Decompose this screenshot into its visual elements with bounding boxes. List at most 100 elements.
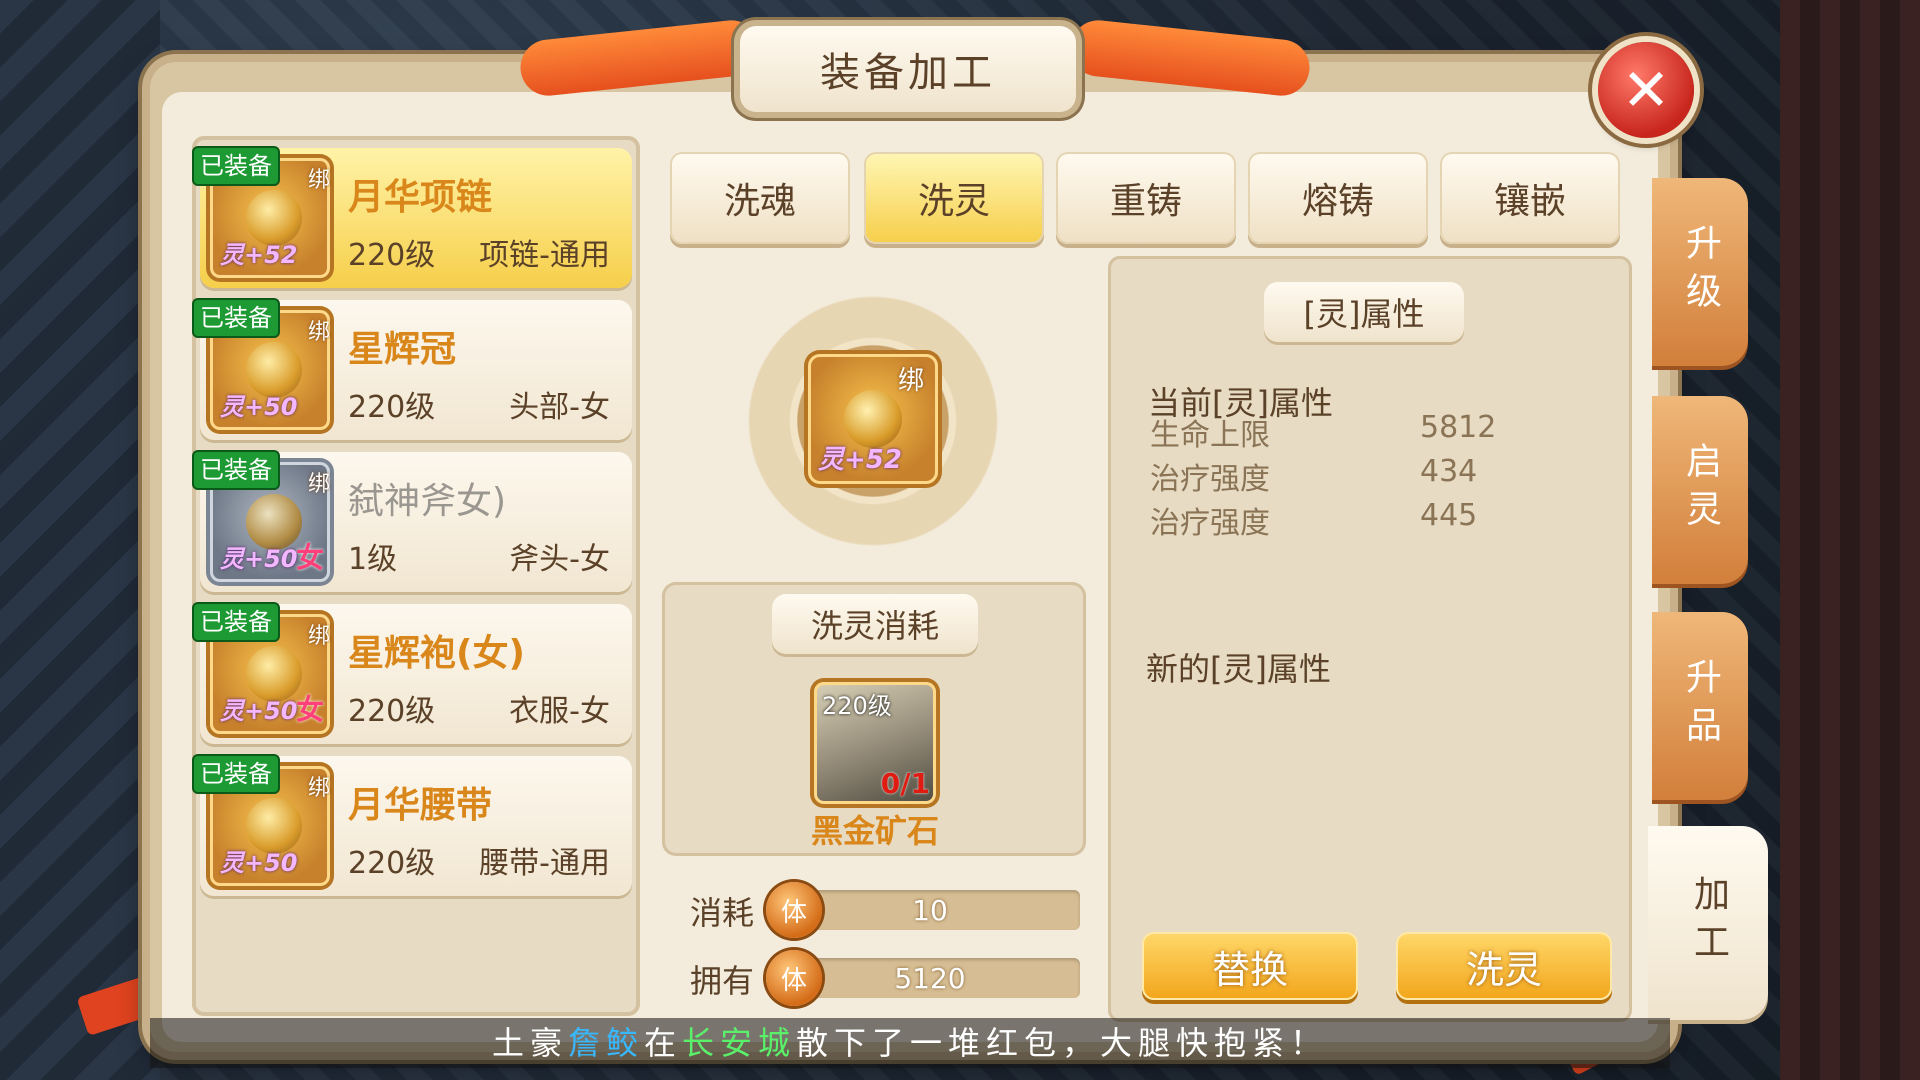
side-tab-rank-up[interactable]: 升品 [1652, 612, 1748, 800]
close-button[interactable]: ✕ [1598, 42, 1694, 138]
ling-value: 灵+50 [220, 545, 298, 573]
close-icon: ✕ [1621, 56, 1671, 124]
tab-label: 镶嵌 [1493, 181, 1566, 222]
bind-mark: 绑 [308, 320, 331, 345]
marquee-mid: 在 [643, 1024, 682, 1062]
wash-spirit-button[interactable]: 洗灵 [1396, 932, 1612, 1000]
stamina-icon: 体 [766, 882, 822, 938]
own-label: 拥有 [690, 962, 755, 1000]
tab-label: 重铸 [1109, 181, 1182, 222]
female-gender-mark: 女 [295, 693, 324, 726]
material-level: 220级 [822, 692, 892, 720]
equipped-badge: 已装备 [194, 148, 278, 184]
item-level: 220级 [348, 238, 436, 273]
attributes-title-text: [灵]属性 [1303, 295, 1425, 333]
marquee-city[interactable]: 长安城 [682, 1024, 796, 1062]
tab-wash-spirit[interactable]: 洗灵 [864, 152, 1044, 244]
equipment-item-star-crown[interactable]: 绑 灵+50 已装备 星辉冠 220级 头部-女 [194, 300, 632, 440]
item-level: 220级 [348, 694, 436, 729]
consume-row: 消耗 10 体 [690, 880, 1086, 938]
cost-title-text: 洗灵消耗 [810, 607, 939, 645]
item-level: 220级 [348, 390, 436, 425]
item-name: 月华项链 [348, 177, 493, 218]
ling-value: 灵+50 [220, 849, 298, 877]
item-name: 月华腰带 [348, 785, 493, 826]
attribute-row: 生命上限 5812 [1150, 410, 1496, 454]
stamina-icon-text: 体 [780, 965, 807, 996]
equipped-badge: 已装备 [194, 300, 278, 336]
replace-button[interactable]: 替换 [1142, 932, 1358, 1000]
tab-smelt[interactable]: 熔铸 [1248, 152, 1428, 244]
window-title: 装备加工 [820, 50, 996, 96]
equipped-badge: 已装备 [194, 756, 278, 792]
tab-label: 熔铸 [1301, 181, 1374, 222]
marquee-player-name[interactable]: 詹鲛 [568, 1024, 644, 1062]
tab-recast[interactable]: 重铸 [1056, 152, 1236, 244]
side-tab-awaken[interactable]: 启灵 [1652, 396, 1748, 584]
tab-inlay[interactable]: 镶嵌 [1440, 152, 1620, 244]
consume-label: 消耗 [690, 894, 755, 932]
tab-wash-soul[interactable]: 洗魂 [670, 152, 850, 244]
item-name: 星辉冠 [348, 329, 457, 370]
item-name: 弑神斧女) [348, 481, 507, 522]
equipment-item-god-axe[interactable]: 绑 灵+50 女 已装备 弑神斧女) 1级 斧头-女 [194, 452, 632, 592]
attribute-value: 434 [1420, 454, 1478, 489]
material-name: 黑金矿石 [810, 812, 939, 850]
attribute-row: 治疗强度 445 [1150, 498, 1477, 542]
item-slot: 衣服-女 [509, 694, 610, 729]
bind-mark: 绑 [308, 168, 331, 193]
equipped-badge: 已装备 [194, 604, 278, 640]
item-slot: 项链-通用 [479, 238, 610, 273]
broadcast-marquee: 土豪詹鲛在长安城散下了一堆红包，大腿快抱紧！ [150, 1018, 1670, 1068]
equipment-list[interactable]: 绑 灵+52 已装备 月华项链 220级 项链-通用 绑 灵+50 已装备 星辉… [192, 136, 640, 1016]
ling-value: 灵+52 [220, 241, 298, 269]
tab-label: 洗魂 [723, 181, 796, 222]
new-attributes-label: 新的[灵]属性 [1146, 650, 1331, 688]
wash-cost-panel: 洗灵消耗 220级 0/1 黑金矿石 [662, 582, 1086, 856]
side-tab-label: 升品 [1680, 658, 1721, 754]
consume-value: 10 [912, 894, 948, 927]
tab-label: 洗灵 [917, 181, 990, 222]
equipped-badge: 已装备 [194, 452, 278, 488]
marquee-suffix: 散下了一堆红包，大腿快抱紧！ [796, 1024, 1329, 1062]
window-title-plate: 装备加工 [740, 26, 1076, 112]
bind-mark: 绑 [898, 366, 925, 396]
stamina-icon-text: 体 [780, 897, 807, 928]
ling-value: 灵+52 [818, 445, 902, 475]
own-value: 5120 [894, 962, 966, 995]
equipment-item-moon-necklace[interactable]: 绑 灵+52 已装备 月华项链 220级 项链-通用 [194, 148, 632, 288]
ling-value: 灵+50 [220, 697, 298, 725]
marquee-prefix: 土豪 [491, 1024, 568, 1062]
stamina-icon: 体 [766, 950, 822, 1006]
item-level: 220级 [348, 846, 436, 881]
attribute-row: 治疗强度 434 [1150, 454, 1477, 498]
item-slot: 斧头-女 [509, 542, 610, 577]
side-tab-process[interactable]: 加工 [1648, 826, 1768, 1020]
side-tab-label: 加工 [1688, 875, 1729, 971]
attribute-value: 5812 [1420, 410, 1497, 445]
equipment-item-moon-belt[interactable]: 绑 灵+50 已装备 月华腰带 220级 腰带-通用 [194, 756, 632, 896]
attribute-name: 治疗强度 [1150, 462, 1270, 497]
side-tab-label: 升级 [1680, 224, 1721, 320]
attribute-value: 445 [1420, 498, 1478, 533]
item-name: 星辉袍(女) [348, 633, 525, 674]
bind-mark: 绑 [308, 776, 331, 801]
scene-wall-right [1780, 0, 1920, 1080]
equipment-item-star-robe[interactable]: 绑 灵+50 女 已装备 星辉袍(女) 220级 衣服-女 [194, 604, 632, 744]
attributes-title: [灵]属性 [1264, 282, 1464, 342]
selected-necklace-icon[interactable]: 绑 灵+52 [808, 354, 938, 484]
bind-mark: 绑 [308, 472, 331, 497]
female-gender-mark: 女 [295, 541, 324, 574]
bind-mark: 绑 [308, 624, 331, 649]
wash-spirit-button-label: 洗灵 [1465, 947, 1542, 992]
replace-button-label: 替换 [1211, 947, 1288, 992]
side-tab-label: 启灵 [1680, 442, 1721, 538]
material-count: 0/1 [880, 767, 930, 800]
ling-value: 灵+50 [220, 393, 298, 421]
black-gold-ore-icon[interactable]: 220级 0/1 [814, 682, 936, 804]
spirit-attributes-panel [1108, 256, 1632, 1022]
cost-title: 洗灵消耗 [772, 594, 978, 654]
side-tab-upgrade[interactable]: 升级 [1652, 178, 1748, 366]
attribute-name: 生命上限 [1150, 418, 1270, 453]
attribute-name: 治疗强度 [1150, 506, 1270, 541]
